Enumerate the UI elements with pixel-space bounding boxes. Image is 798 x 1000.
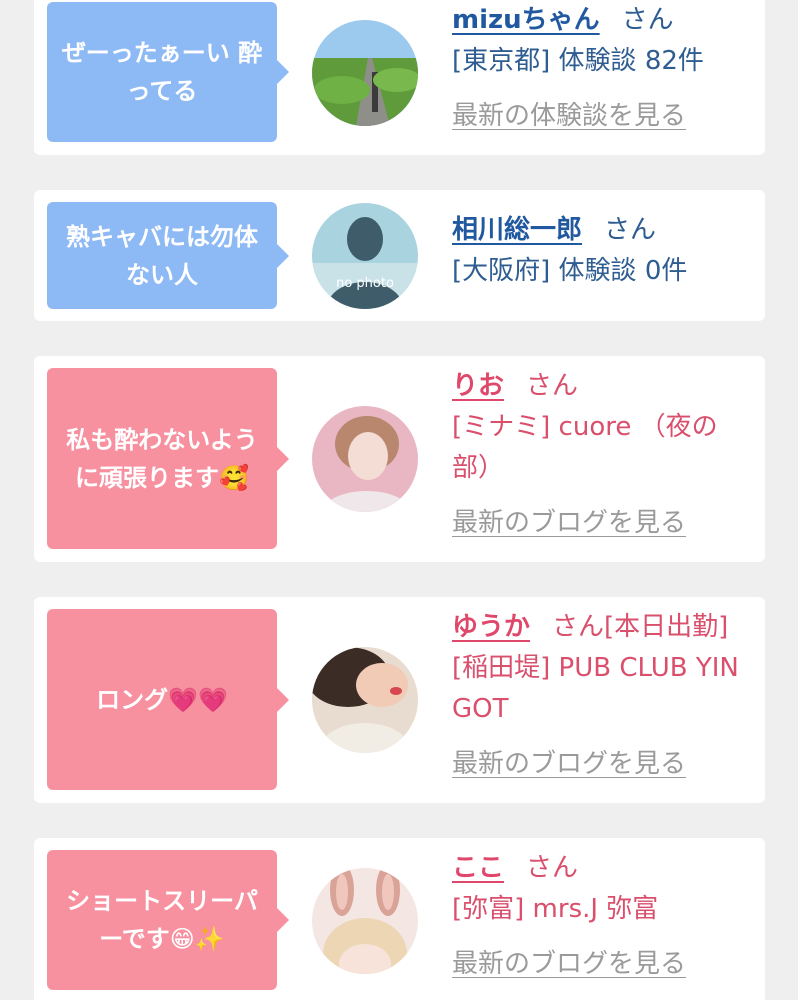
bunny-ears-photo-icon xyxy=(312,868,418,974)
user-detail: [ミナミ] cuore （夜の部） xyxy=(452,412,718,483)
user-name-link[interactable]: りお xyxy=(452,371,504,401)
latest-blog-link[interactable]: 最新のブログを見る xyxy=(452,503,751,544)
svg-text:no photo: no photo xyxy=(336,276,394,291)
user-card: 私も酔わないよう に頑張ります🥰 りお さん [ミナミ] cuore （夜の部） … xyxy=(34,356,765,562)
user-info: ここ さん [弥富] mrs.J 弥富 最新のブログを見る xyxy=(452,848,751,985)
user-name-link[interactable]: mizuちゃん xyxy=(452,5,600,35)
comment-bubble: ショートスリーパ ーです😁✨ xyxy=(47,850,289,990)
comment-bubble: 熟キャバには勿体 ない人 xyxy=(47,202,289,309)
honorific: さん xyxy=(526,371,579,401)
user-name-link[interactable]: ゆうか xyxy=(452,612,530,642)
user-name-link[interactable]: 相川総一郎 xyxy=(452,215,582,245)
user-detail: [弥富] mrs.J 弥富 xyxy=(452,894,659,924)
avatar[interactable] xyxy=(312,647,418,753)
user-card: ぜーったぁーい 酔 ってる mizuちゃん さん [東京都] 体験談 82件 最新… xyxy=(34,0,765,155)
user-info: 相川総一郎 さん [大阪府] 体験談 0件 xyxy=(452,210,751,292)
user-info: りお さん [ミナミ] cuore （夜の部） 最新のブログを見る xyxy=(452,366,751,544)
comment-bubble: ぜーったぁーい 酔 ってる xyxy=(47,2,289,142)
user-info: ゆうか さん[本日出勤] [稲田堤] PUB CLUB YIN GOT 最新のブロ… xyxy=(452,607,751,785)
comment-bubble: 私も酔わないよう に頑張ります🥰 xyxy=(47,368,289,549)
user-detail: [稲田堤] PUB CLUB YIN GOT xyxy=(452,653,739,724)
attendance-badge: [本日出勤] xyxy=(604,612,729,642)
honorific: さん xyxy=(526,853,579,883)
user-detail: [大阪府] 体験談 0件 xyxy=(452,256,688,286)
user-card: ロング💗💗 ゆうか さん[本日出勤] [稲田堤] PUB CLUB YIN GOT… xyxy=(34,597,765,803)
user-name-link[interactable]: ここ xyxy=(452,853,504,883)
user-card: 熟キャバには勿体 ない人 no photo 相川総一郎 さん [大阪府] 体験談 … xyxy=(34,190,765,321)
honorific: さん xyxy=(604,215,657,245)
user-card: ショートスリーパ ーです😁✨ ここ さん [弥富] mrs.J 弥富 最新のブログ… xyxy=(34,838,765,1000)
woman-portrait-photo-icon xyxy=(312,406,418,512)
comment-bubble: ロング💗💗 xyxy=(47,609,289,790)
user-info: mizuちゃん さん [東京都] 体験談 82件 最新の体験談を見る xyxy=(452,0,751,137)
latest-blog-link[interactable]: 最新のブログを見る xyxy=(452,744,751,785)
avatar[interactable] xyxy=(312,406,418,512)
latest-blog-link[interactable]: 最新のブログを見る xyxy=(452,944,751,985)
honorific: さん xyxy=(552,612,605,642)
avatar[interactable] xyxy=(312,868,418,974)
road-landscape-photo-icon xyxy=(312,20,418,126)
avatar[interactable] xyxy=(312,20,418,126)
honorific: さん xyxy=(621,5,674,35)
latest-review-link[interactable]: 最新の体験談を見る xyxy=(452,96,751,137)
no-photo-silhouette-icon: no photo xyxy=(312,203,418,309)
woman-closeup-photo-icon xyxy=(312,647,418,753)
avatar[interactable]: no photo xyxy=(312,203,418,309)
review-feed: ぜーったぁーい 酔 ってる mizuちゃん さん [東京都] 体験談 82件 最新… xyxy=(0,0,798,1000)
user-detail: [東京都] 体験談 82件 xyxy=(452,46,704,76)
